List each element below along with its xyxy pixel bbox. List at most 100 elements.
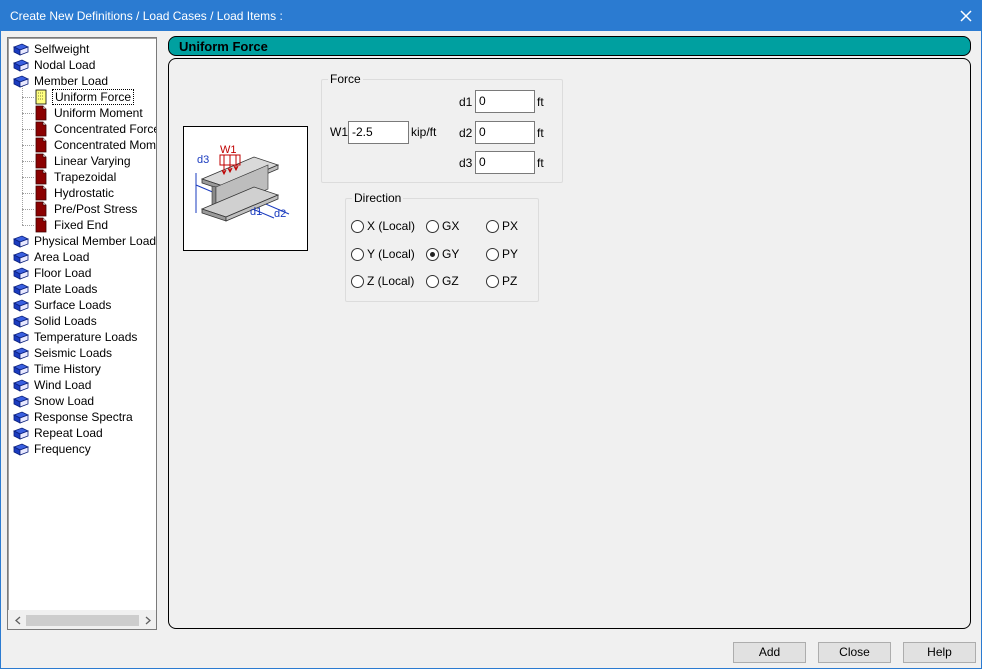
close-button[interactable]: Close (818, 642, 891, 663)
w1-label: W1 (330, 125, 348, 139)
direction-radio[interactable]: Z (Local) (351, 273, 414, 289)
book-icon (12, 377, 30, 393)
scroll-left-button[interactable] (10, 613, 25, 628)
tree-connector (22, 161, 34, 162)
book-icon (12, 297, 30, 313)
radio-label: Z (Local) (367, 274, 415, 288)
scroll-right-button[interactable] (140, 613, 155, 628)
tree-item-label: Wind Load (34, 378, 92, 392)
tree-item-label: Area Load (34, 250, 90, 264)
tree-horizontal-scrollbar[interactable] (8, 610, 156, 629)
diagram-d1-label: d1 (250, 206, 262, 218)
tree-item-label: Time History (34, 362, 101, 376)
d1-input[interactable]: 0 (475, 90, 535, 113)
radio-circle[interactable] (351, 247, 364, 261)
direction-radio[interactable]: X (Local) (351, 218, 415, 234)
tree-connector (22, 145, 34, 146)
panel-header-title: Uniform Force (179, 39, 268, 54)
direction-radio[interactable]: PY (486, 246, 518, 262)
w1-unit: kip/ft (411, 125, 437, 139)
book-icon (12, 425, 30, 441)
diagram-d2-label: d2 (274, 208, 286, 220)
tree-connector (22, 177, 34, 178)
book-icon (12, 281, 30, 297)
tree-items-container: Selfweight Nodal Load Member Load Uniform F… (8, 38, 156, 610)
dialog-window: Create New Definitions / Load Cases / Lo… (0, 0, 982, 669)
page-icon (32, 121, 50, 137)
tree-item-label: Uniform Force (52, 89, 135, 105)
radio-label: PZ (502, 274, 518, 288)
page-icon (32, 201, 50, 217)
tree-item-label: Snow Load (34, 394, 95, 408)
w1-input[interactable]: -2.5 (348, 121, 409, 144)
direction-radio[interactable]: GX (426, 218, 459, 234)
book-icon (12, 233, 30, 249)
radio-circle[interactable] (486, 219, 499, 233)
direction-radio[interactable]: GY (426, 246, 459, 262)
book-icon (12, 249, 30, 265)
tree-item-label: Member Load (34, 74, 109, 88)
help-button[interactable]: Help (903, 642, 976, 663)
page-icon (32, 185, 50, 201)
tree-item-label: Concentrated Force (54, 122, 156, 136)
d3-label: d3 (459, 156, 473, 170)
d2-unit: ft (537, 126, 544, 140)
load-tree-view[interactable]: Selfweight Nodal Load Member Load Uniform F… (7, 37, 157, 630)
radio-label: PX (502, 219, 519, 233)
tree-item-label: Repeat Load (34, 426, 103, 440)
title-bar: Create New Definitions / Load Cases / Lo… (1, 1, 981, 31)
tree-connector (22, 209, 34, 210)
radio-label: X (Local) (367, 219, 416, 233)
force-group-title: Force (328, 72, 363, 86)
book-icon (12, 73, 30, 89)
page-icon (32, 169, 50, 185)
book-icon (12, 441, 30, 457)
radio-circle[interactable] (351, 274, 364, 288)
close-window-button[interactable] (951, 1, 981, 31)
page-icon (32, 137, 50, 153)
d1-label: d1 (459, 95, 473, 109)
book-icon (12, 57, 30, 73)
direction-radio[interactable]: PX (486, 218, 518, 234)
radio-label: GZ (442, 274, 459, 288)
direction-radio[interactable]: Y (Local) (351, 246, 415, 262)
panel-header: Uniform Force (168, 36, 971, 56)
book-icon (12, 41, 30, 57)
close-icon (960, 10, 972, 22)
tree-connector (22, 129, 34, 130)
book-icon (12, 393, 30, 409)
book-icon (12, 329, 30, 345)
radio-circle[interactable] (351, 219, 364, 233)
radio-label: GY (442, 247, 460, 261)
d2-input[interactable]: 0 (475, 121, 535, 144)
add-button[interactable]: Add (733, 642, 806, 663)
tree-item-label: Floor Load (34, 266, 92, 280)
radio-circle[interactable] (426, 274, 439, 288)
scroll-thumb[interactable] (26, 615, 139, 626)
tree-item-label: Nodal Load (34, 58, 96, 72)
radio-circle[interactable] (486, 247, 499, 261)
page-selected-icon (32, 89, 50, 105)
radio-circle[interactable] (486, 274, 499, 288)
book-icon (12, 361, 30, 377)
uniform-force-diagram: W1 d3 d1 d2 (183, 126, 308, 251)
d3-unit: ft (537, 156, 544, 170)
tree-item-label: Plate Loads (34, 282, 98, 296)
beam-diagram-icon: W1 d3 d1 d2 (195, 144, 290, 222)
radio-circle[interactable] (426, 219, 439, 233)
tree-item-label: Concentrated Momen (54, 138, 156, 152)
d2-label: d2 (459, 126, 473, 140)
direction-group-title: Direction (352, 191, 404, 205)
tree-connector (22, 113, 34, 114)
tree-item-label: Trapezoidal (54, 170, 117, 184)
radio-circle[interactable] (426, 247, 439, 261)
diagram-w1-label: W1 (220, 144, 237, 156)
direction-radio[interactable]: PZ (486, 273, 517, 289)
tree-connector (22, 83, 23, 225)
tree-connector (22, 225, 34, 226)
direction-radio[interactable]: GZ (426, 273, 459, 289)
d3-input[interactable]: 0 (475, 151, 535, 174)
tree-connector (22, 97, 34, 98)
page-icon (32, 105, 50, 121)
page-icon (32, 217, 50, 233)
